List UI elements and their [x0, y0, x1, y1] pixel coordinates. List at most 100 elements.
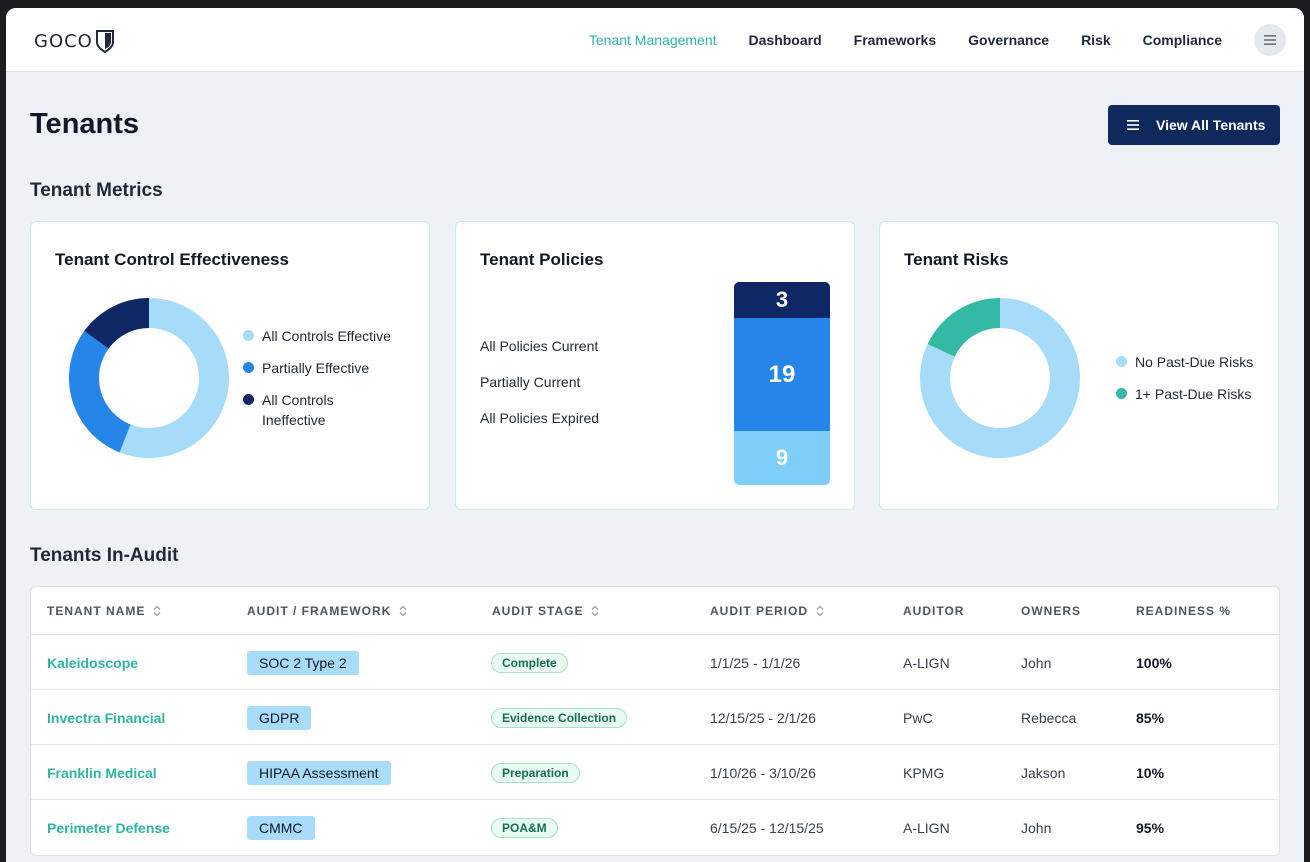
column-header-label: TENANT NAME — [47, 604, 146, 618]
brand-logo[interactable]: GOCO — [34, 28, 115, 54]
top-navigation: GOCO Tenant Management Dashboard Framewo… — [6, 8, 1304, 72]
stage-badge: Complete — [491, 652, 568, 673]
framework-tag: CMMC — [247, 815, 315, 840]
tenant-link[interactable]: Kaleidoscope — [47, 655, 138, 671]
policy-segment-all-policies-current: 9 — [734, 431, 830, 485]
tenant-link[interactable]: Perimeter Defense — [47, 820, 170, 836]
column-header-label: AUDIT / FRAMEWORK — [247, 604, 392, 618]
column-header-framework[interactable]: AUDIT / FRAMEWORK — [247, 587, 407, 635]
donut-slice-1-past-due-risks — [927, 298, 1000, 357]
table-row: Perimeter Defense CMMC POA&M 6/15/25 - 1… — [31, 799, 1279, 854]
policy-segment-partially-current: 19 — [734, 318, 830, 432]
audit-period: 12/15/25 - 2/1/26 — [710, 709, 816, 726]
column-header-label: AUDIT PERIOD — [710, 604, 809, 618]
column-header-tenant-name[interactable]: TENANT NAME — [47, 587, 161, 635]
column-header-label: AUDIT STAGE — [492, 604, 584, 618]
tenants-audit-table: TENANT NAME AUDIT / FRAMEWORK AUDIT STAG… — [30, 586, 1280, 856]
risks-card: Tenant Risks No Past-Due Risks 1+ Past-D… — [879, 221, 1279, 510]
risks-donut — [920, 298, 1080, 458]
column-header-audit-period[interactable]: AUDIT PERIOD — [710, 587, 824, 635]
control-effectiveness-donut — [68, 298, 229, 458]
page-title: Tenants — [30, 108, 140, 140]
audit-section-title: Tenants In-Audit — [30, 545, 179, 566]
readiness-value: 95% — [1136, 819, 1165, 836]
auditor: PwC — [903, 709, 933, 726]
sort-icon[interactable] — [816, 605, 824, 617]
control-legend: All Controls Effective Partially Effecti… — [243, 326, 413, 442]
policy-stacked-bar: 9 19 3 — [734, 282, 830, 485]
tenant-link[interactable]: Invectra Financial — [47, 710, 165, 726]
nav-tenant-management[interactable]: Tenant Management — [589, 32, 717, 48]
legend-label: 1+ Past-Due Risks — [1135, 386, 1252, 402]
nav-dashboard[interactable]: Dashboard — [749, 32, 822, 48]
readiness-value: 85% — [1136, 709, 1165, 726]
tenant-link[interactable]: Franklin Medical — [47, 765, 157, 781]
policy-label: All Policies Expired — [480, 410, 600, 426]
auditor: A-LIGN — [903, 819, 950, 836]
owner: John — [1021, 654, 1052, 671]
risks-legend: No Past-Due Risks 1+ Past-Due Risks — [1116, 352, 1276, 416]
card-title: Tenant Control Effectiveness — [55, 250, 289, 269]
legend-dot — [243, 394, 254, 405]
policies-card: Tenant Policies All Policies Current Par… — [455, 221, 855, 510]
owner: Jakson — [1021, 764, 1066, 781]
policy-label: All Policies Current — [480, 338, 599, 354]
legend-label: All Controls Effective — [262, 328, 391, 344]
logo-text: GOCO — [34, 30, 93, 52]
owner: Rebecca — [1021, 709, 1077, 726]
legend-label: No Past-Due Risks — [1135, 354, 1254, 370]
framework-tag: GDPR — [247, 705, 312, 730]
view-all-tenants-button[interactable]: View All Tenants — [1108, 105, 1280, 145]
column-header-owners: OWNERS — [1021, 604, 1081, 618]
policy-label: Partially Current — [480, 374, 581, 390]
framework-tag: HIPAA Assessment — [247, 760, 391, 785]
legend-item: Partially Effective — [243, 358, 413, 378]
sort-icon[interactable] — [399, 605, 407, 617]
framework-tag: SOC 2 Type 2 — [247, 650, 359, 675]
stage-badge: Preparation — [491, 762, 580, 783]
legend-dot — [1116, 356, 1127, 367]
menu-button[interactable] — [1254, 24, 1286, 56]
view-all-tenants-label: View All Tenants — [1156, 117, 1266, 133]
owner: John — [1021, 819, 1052, 836]
control-effectiveness-card: Tenant Control Effectiveness All Control… — [30, 221, 430, 510]
legend-item: All Controls Ineffective — [243, 390, 363, 430]
audit-period: 1/10/26 - 3/10/26 — [710, 764, 816, 781]
column-header-audit-stage[interactable]: AUDIT STAGE — [492, 587, 599, 635]
legend-dot — [243, 330, 254, 341]
card-title: Tenant Policies — [480, 250, 604, 269]
hamburger-icon — [1264, 35, 1276, 45]
readiness-value: 10% — [1136, 764, 1165, 781]
list-icon — [1126, 119, 1140, 131]
auditor: A-LIGN — [903, 654, 950, 671]
legend-dot — [1116, 388, 1127, 399]
table-row: Franklin Medical HIPAA Assessment Prepar… — [31, 744, 1279, 799]
readiness-value: 100% — [1136, 654, 1172, 671]
policy-labels: All Policies Current Partially Current A… — [480, 338, 599, 446]
card-title: Tenant Risks — [904, 250, 1009, 269]
table-row: Invectra Financial GDPR Evidence Collect… — [31, 689, 1279, 744]
nav-risk[interactable]: Risk — [1081, 32, 1111, 48]
app-window: GOCO Tenant Management Dashboard Framewo… — [6, 8, 1304, 862]
nav-links: Tenant Management Dashboard Frameworks G… — [557, 8, 1222, 72]
sort-icon[interactable] — [591, 605, 599, 617]
table-row: Kaleidoscope SOC 2 Type 2 Complete 1/1/2… — [31, 634, 1279, 689]
column-header-readiness: READINESS % — [1136, 604, 1232, 618]
audit-period: 6/15/25 - 12/15/25 — [710, 819, 824, 836]
legend-label: Partially Effective — [262, 360, 370, 376]
legend-item: All Controls Effective — [243, 326, 413, 346]
legend-item: 1+ Past-Due Risks — [1116, 384, 1276, 404]
legend-label: All Controls Ineffective — [262, 392, 334, 428]
nav-governance[interactable]: Governance — [968, 32, 1049, 48]
nav-compliance[interactable]: Compliance — [1143, 32, 1222, 48]
sort-icon[interactable] — [153, 605, 161, 617]
nav-frameworks[interactable]: Frameworks — [854, 32, 936, 48]
column-header-auditor: AUDITOR — [903, 604, 965, 618]
stage-badge: Evidence Collection — [491, 707, 628, 728]
policy-segment-all-policies-expired: 3 — [734, 282, 830, 319]
stage-badge: POA&M — [491, 817, 558, 838]
legend-item: No Past-Due Risks — [1116, 352, 1276, 372]
legend-dot — [243, 362, 254, 373]
shield-icon — [95, 30, 114, 53]
donut-slice-partially-effective — [68, 330, 131, 453]
